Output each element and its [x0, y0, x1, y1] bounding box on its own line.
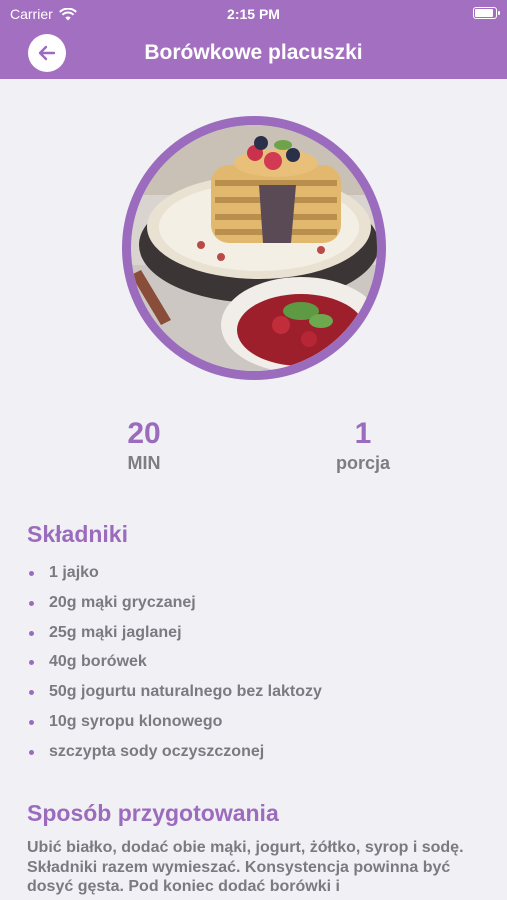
recipe-image — [131, 125, 377, 371]
status-time: 2:15 PM — [227, 6, 280, 22]
prep-time-unit: MIN — [127, 453, 161, 473]
status-bar: Carrier 2:15 PM — [0, 0, 507, 30]
portion-value: 1 — [354, 417, 372, 450]
method-heading: Sposób przygotowania — [27, 800, 279, 826]
list-item: 1 jajko — [27, 558, 322, 588]
method-text: Ubić białko, dodać obie mąki, jogurt, żó… — [27, 839, 464, 895]
list-item: 25g mąki jaglanej — [27, 618, 322, 648]
ingredients-heading: Składniki — [27, 521, 128, 547]
list-item: 20g mąki gryczanej — [27, 588, 322, 618]
list-item: 40g borówek — [27, 647, 322, 677]
list-item: szczypta sody oczyszczonej — [27, 737, 322, 767]
ingredients-list: 1 jajko 20g mąki gryczanej 25g mąki jagl… — [27, 558, 322, 767]
list-item: 50g jogurtu naturalnego bez laktozy — [27, 677, 322, 707]
prep-time: 20 MIN — [74, 418, 214, 474]
page-title: Borówkowe placuszki — [144, 41, 363, 64]
pancakes-illustration — [131, 125, 377, 371]
portion-count: 1 porcja — [293, 418, 433, 474]
recipe-image-frame — [122, 116, 386, 380]
prep-time-value: 20 — [127, 417, 161, 450]
portion-unit: porcja — [335, 453, 391, 473]
battery-icon — [473, 7, 500, 19]
navigation-bar: Borówkowe placuszki — [0, 30, 507, 79]
list-item: 10g syropu klonowego — [27, 707, 322, 737]
